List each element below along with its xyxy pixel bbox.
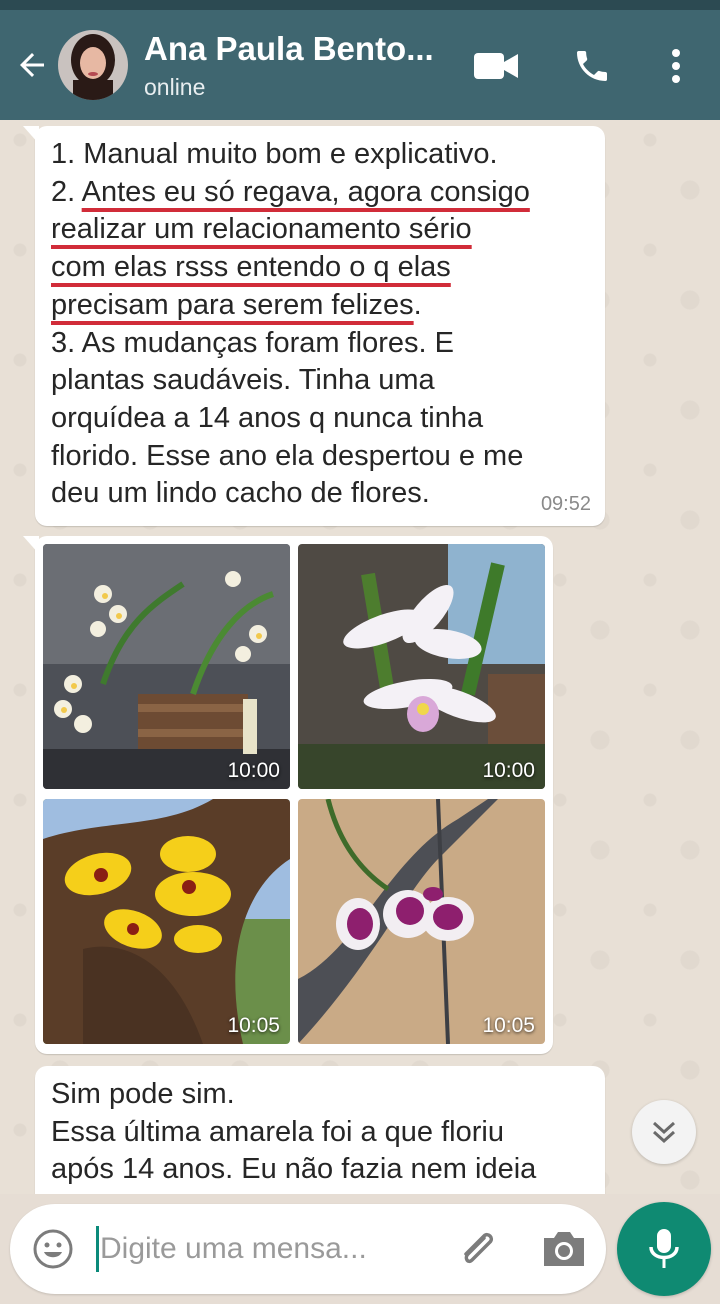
status-bar: [0, 0, 720, 10]
photo-thumbnail[interactable]: 10:05: [43, 799, 290, 1044]
message-line: orquídea a 14 anos q nunca tinha: [51, 401, 484, 434]
more-options-button[interactable]: [648, 38, 704, 94]
message-line: deu um lindo cacho de flores.: [51, 477, 430, 510]
video-call-button[interactable]: [468, 38, 524, 94]
video-call-icon: [474, 53, 518, 79]
message-line: após 14 anos. Eu não fazia nem ideia: [51, 1153, 537, 1186]
scroll-to-bottom-button[interactable]: [632, 1100, 696, 1164]
photo-album-bubble[interactable]: 10:00 10:00 10:05 10:05: [23, 536, 553, 1054]
avatar[interactable]: [58, 30, 128, 100]
message-line: Sim pode sim.: [51, 1078, 235, 1110]
message-bubble[interactable]: 1. Manual muito bom e explicativo. 2. An…: [23, 126, 605, 526]
message-line: plantas saudáveis. Tinha uma: [51, 364, 435, 397]
message-text: 1. Manual muito bom e explicativo. 2. An…: [51, 136, 591, 513]
message-line: precisam para serem felizes.: [51, 288, 422, 321]
message-composer: [10, 1204, 606, 1294]
paperclip-icon[interactable]: [454, 1226, 500, 1272]
message-line: realizar um relacionamento sério: [51, 213, 472, 246]
voice-call-button[interactable]: [564, 38, 620, 94]
more-vert-icon: [672, 49, 680, 83]
photo-thumbnail[interactable]: 10:05: [298, 799, 545, 1044]
phone-icon: [577, 51, 607, 81]
photo-time: 10:05: [227, 1014, 280, 1037]
photo-thumbnail[interactable]: 10:00: [43, 544, 290, 789]
message-line: 2. Antes eu só regava, agora consigo: [51, 175, 530, 208]
message-input[interactable]: [100, 1224, 430, 1274]
chat-header: Ana Paula Bento... online: [0, 10, 720, 120]
photo-thumbnail[interactable]: 10:00: [298, 544, 545, 789]
message-bubble[interactable]: Sim pode sim. Essa última amarela foi a …: [35, 1066, 605, 1194]
contact-info[interactable]: Ana Paula Bento... online: [144, 30, 454, 101]
back-button[interactable]: [8, 35, 56, 95]
arrow-back-icon: [20, 53, 44, 77]
chat-area[interactable]: 1. Manual muito bom e explicativo. 2. An…: [0, 120, 720, 1194]
voice-record-button[interactable]: [617, 1202, 711, 1296]
text-cursor: [96, 1226, 99, 1272]
bubble-tail: [23, 536, 39, 554]
message-text: Sim pode sim. Essa última amarela foi a …: [51, 1076, 591, 1189]
message-line: Essa última amarela foi a que floriu: [51, 1115, 504, 1148]
emoji-icon[interactable]: [32, 1228, 74, 1270]
photo-time: 10:05: [482, 1014, 535, 1037]
mic-icon: [649, 1229, 679, 1268]
photo-time: 10:00: [482, 759, 535, 782]
bubble-tail: [23, 126, 39, 144]
contact-name: Ana Paula Bento...: [144, 29, 434, 67]
message-line: florido. Esse ano ela despertou e me: [51, 439, 524, 472]
message-line: 3. As mudanças foram flores. E: [51, 326, 454, 359]
photo-time: 10:00: [227, 759, 280, 782]
contact-status: online: [144, 73, 206, 100]
message-line: 1. Manual muito bom e explicativo.: [51, 138, 498, 170]
message-line: com elas rsss entendo o q elas: [51, 251, 451, 284]
message-time: 09:52: [540, 493, 591, 515]
double-chevron-down-icon: [652, 1121, 676, 1144]
camera-icon[interactable]: [540, 1228, 588, 1270]
